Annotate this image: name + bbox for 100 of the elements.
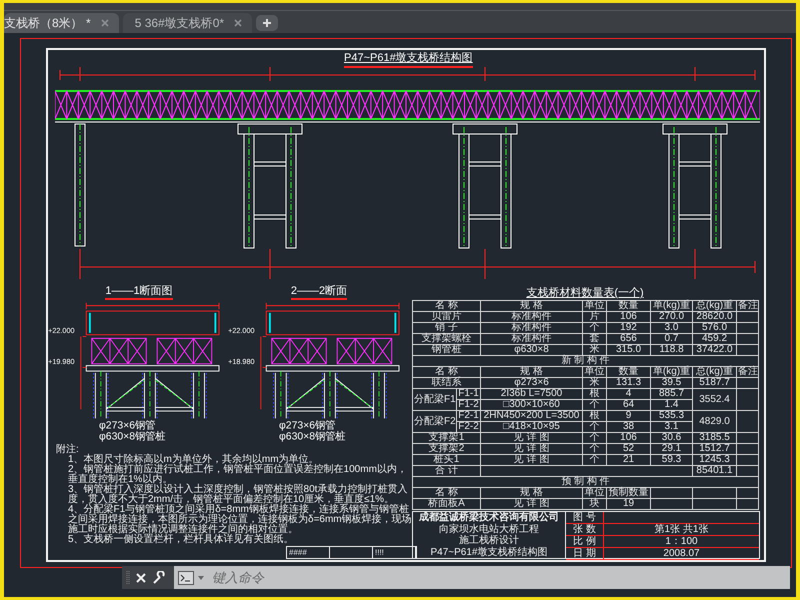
table-cell: 个	[582, 454, 606, 466]
design-name: 施工栈桥设计	[459, 535, 519, 546]
table-cell: 备注	[736, 300, 758, 312]
table-cell: 192	[606, 322, 650, 334]
table-cell: 106	[606, 432, 650, 444]
table-cell: 2HN450×200 L=3500	[480, 410, 582, 422]
command-prompt-icon[interactable]	[178, 570, 194, 584]
field-label: 比 例	[566, 536, 604, 548]
table-cell: 59.3	[650, 454, 692, 466]
elevation-label: +22.000	[48, 326, 75, 335]
table-cell: 19	[606, 498, 650, 510]
field-value: 2008.07	[604, 548, 759, 560]
company-name: 成都益诚桥梁技术咨询有限公司	[419, 512, 559, 524]
table-cell: 885.7	[650, 388, 692, 400]
table-cell: 支撑架2	[412, 444, 480, 454]
table-cell: 米	[582, 344, 606, 356]
table-cell: 3552.4	[692, 388, 736, 410]
table-cell: 21	[606, 454, 650, 466]
table-cell: 单位	[582, 300, 606, 312]
table-cell: 名 称	[412, 488, 480, 498]
table-cell: 联结系	[412, 378, 480, 388]
table-cell: 4	[606, 388, 650, 400]
notes-heading: 附注:	[56, 445, 80, 455]
table-cell: 30.6	[650, 432, 692, 444]
table-cell: 52	[606, 444, 650, 454]
table-cell: 38	[606, 422, 650, 432]
table-cell: 预 制 构 件	[412, 476, 758, 488]
table-cell: 315.0	[606, 344, 650, 356]
table-cell: 28620.0	[692, 312, 736, 322]
table-cell: □300×10×60	[480, 400, 582, 410]
table-cell: 2I36b L=7500	[480, 388, 582, 400]
grip-icon[interactable]	[126, 570, 130, 586]
section-title: 1——1断面图	[105, 283, 173, 300]
table-cell: 支撑架1	[412, 432, 480, 444]
table-cell: 个	[582, 422, 606, 432]
table-cell: 规 格	[480, 488, 582, 498]
table-cell: 规 格	[480, 300, 582, 312]
new-tab-button[interactable]	[256, 15, 278, 31]
table-cell: 37422.0	[692, 344, 736, 356]
field-label: 图 号	[566, 512, 604, 524]
brace-label: φ273×6钢管	[99, 420, 156, 432]
table-cell: □418×10×95	[480, 422, 582, 432]
note-text: 2、钢管桩施打前应进行试桩工作，钢管桩平面位置误差控制在100mm以内，垂直度控制在1%以内。	[67, 465, 408, 485]
wrench-icon[interactable]	[152, 570, 166, 584]
table-cell: 9	[606, 410, 650, 422]
table-cell: 见 详 图	[480, 444, 582, 454]
table-cell: 459.2	[692, 334, 736, 344]
table-cell: 5187.7	[692, 378, 736, 388]
table-cell: F2-1	[456, 410, 480, 422]
table-cell: 29.1	[650, 444, 692, 454]
table-title: 支栈桥材料数量表(一个)	[525, 286, 645, 300]
command-input[interactable]: 键入命令	[208, 570, 790, 585]
plus-icon[interactable]	[262, 18, 272, 28]
table-cell: 数量	[606, 366, 650, 378]
table-cell: 预制数量	[606, 488, 650, 498]
table-cell: 分配梁F2	[412, 410, 456, 432]
brace-label: φ273×6钢管	[279, 420, 336, 432]
table-cell: 贝雷片	[412, 312, 480, 322]
field-label: 日 期	[566, 548, 604, 560]
table-cell: 钢管桩	[412, 344, 480, 356]
table-cell: 合 计	[412, 466, 480, 476]
table-cell: 64	[606, 400, 650, 410]
field-value: 第1张 共1张	[604, 524, 759, 536]
table-cell: 118.8	[650, 344, 692, 356]
table-cell: 支撑架螺栓	[412, 334, 480, 344]
table-cell: 总(kg)重	[692, 366, 736, 378]
table-cell: F1-1	[456, 388, 480, 400]
tab[interactable]: 支栈桥（8米） *	[4, 13, 119, 33]
pile-label: φ630×8钢管桩	[99, 431, 166, 442]
table-cell: 3185.5	[692, 432, 736, 444]
table-cell: 根	[582, 388, 606, 400]
command-field[interactable]: 键入命令	[174, 566, 790, 589]
table-cell: 规 格	[480, 366, 582, 378]
table-cell: φ630×8	[480, 344, 582, 356]
table-cell: 1512.7	[692, 444, 736, 454]
table-cell: 套	[582, 334, 606, 344]
table-cell: 桩头1	[412, 454, 480, 466]
note-text: 3、钢管桩打入深度以设计入土深度控制，钢管桩按照80t承载力控制打桩贯入度，贯入度不大于2mm/击，钢管桩平面偏差控制在10厘米，垂直度≤1%。	[67, 485, 408, 505]
table-cell: 见 详 图	[480, 498, 582, 510]
table-cell: 个	[582, 400, 606, 410]
tab[interactable]: 5 36#墩支栈桥0*	[122, 13, 252, 33]
note-text: 1、本图尺寸除标高以m为单位外，其余均以mm为单位。	[67, 455, 319, 465]
table-cell: 单(kg)重	[650, 366, 692, 378]
table-cell: 39.5	[650, 378, 692, 388]
table-cell: 根	[582, 410, 606, 422]
table-cell: 名 称	[412, 300, 480, 312]
table-cell: 单位	[582, 488, 606, 498]
project-name: 向家坝水电站大桥工程	[439, 524, 539, 535]
table-cell: 桥面板A	[412, 498, 480, 510]
table-cell: 名 称	[412, 366, 480, 378]
field-label: 张 数	[566, 524, 604, 536]
caret-icon[interactable]	[198, 576, 204, 580]
table-cell: F2-2	[456, 422, 480, 432]
table-cell: 4829.0	[692, 410, 736, 432]
elevation-label: +22.000	[228, 326, 255, 335]
table-cell: 1245.3	[692, 454, 736, 466]
table-cell: 个	[582, 322, 606, 334]
table-cell: 131.3	[606, 378, 650, 388]
table-cell: 销 子	[412, 322, 480, 334]
table-cell: 新 制 构 件	[412, 356, 758, 366]
